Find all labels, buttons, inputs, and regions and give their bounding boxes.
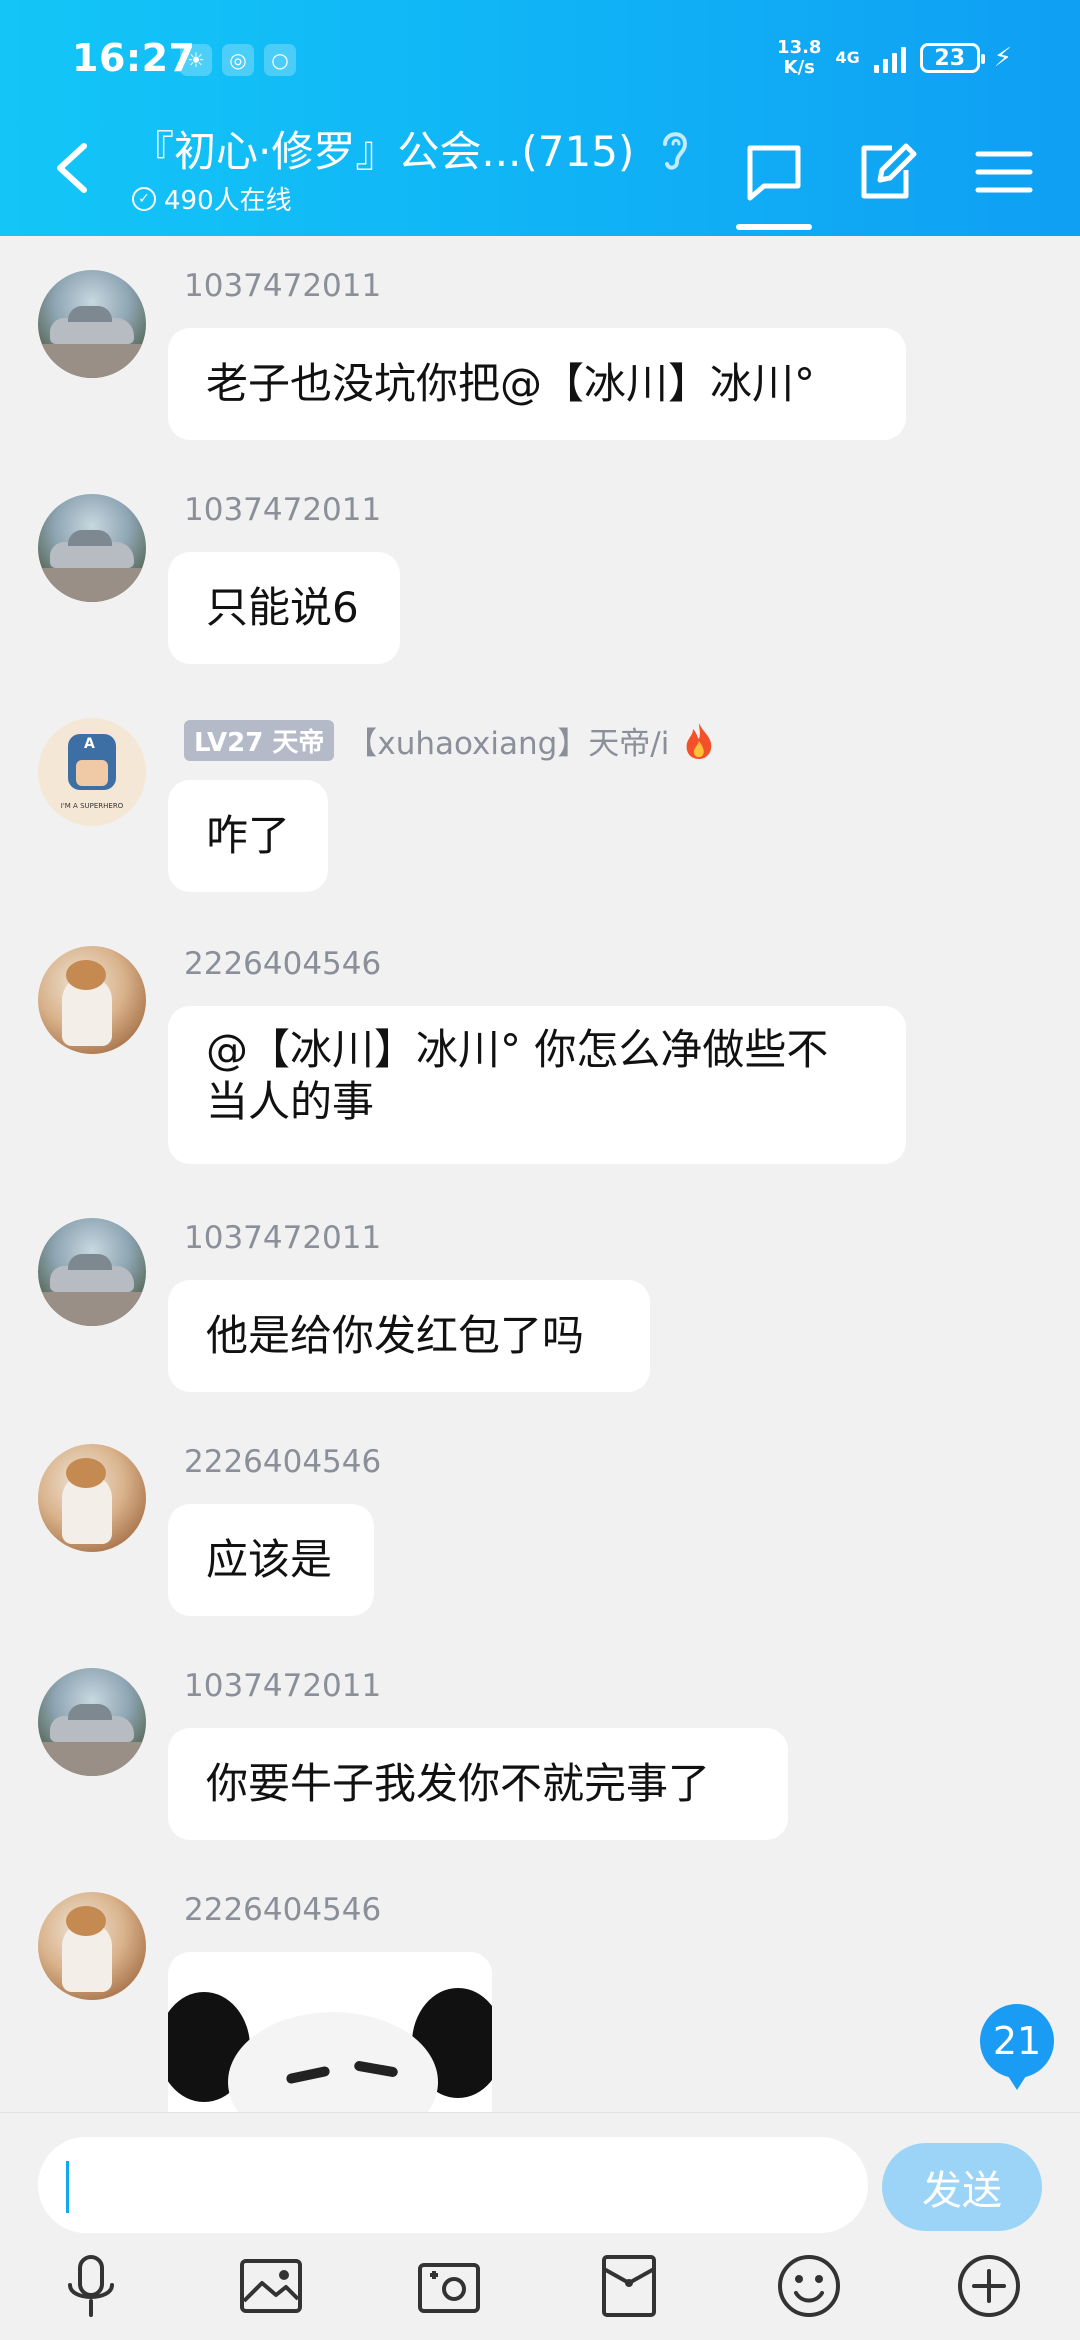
camera-icon[interactable] — [414, 2251, 484, 2321]
emoji-icon[interactable] — [774, 2251, 844, 2321]
sender-name[interactable]: 【xuhaoxiang】天帝/i — [346, 718, 669, 763]
status-time: 16:27 — [72, 36, 196, 80]
active-tab-indicator — [736, 224, 812, 230]
status-right: 13.8 K/s 4G 23 ⚡ — [777, 38, 1012, 78]
battery-level: 23 — [934, 45, 966, 71]
panda-meme-image[interactable] — [168, 1952, 492, 2112]
avatar[interactable] — [38, 1444, 146, 1552]
network-type: 4G — [835, 48, 860, 67]
chat-header: 16:27 ☀ ◎ ○ 13.8 K/s 4G 23 ⚡ 『初心·修罗』公会..… — [0, 0, 1080, 236]
message-bubble[interactable]: @【冰川】冰川° 你怎么净做些不 当人的事 — [168, 1006, 906, 1164]
send-button[interactable]: 发送 — [882, 2143, 1042, 2231]
sender-name[interactable]: 1037472011 — [184, 1220, 381, 1256]
message-text-line: @【冰川】冰川° 你怎么净做些不 — [206, 1025, 829, 1074]
avatar[interactable] — [38, 1892, 146, 2000]
battery-icon: 23 — [919, 43, 985, 73]
avatar[interactable] — [38, 1668, 146, 1776]
message-bubble[interactable]: 咋了 — [168, 780, 328, 892]
status-bar: 16:27 ☀ ◎ ○ 13.8 K/s 4G 23 ⚡ — [0, 30, 1080, 90]
online-count: 490人在线 — [164, 186, 292, 216]
charging-icon: ⚡ — [993, 43, 1012, 73]
input-bar: 发送 — [0, 2112, 1080, 2340]
net-speed-value: 13.8 — [777, 37, 822, 58]
online-status: ✓ 490人在线 — [132, 180, 292, 217]
photo-icon[interactable] — [236, 2251, 306, 2321]
plus-icon[interactable] — [954, 2251, 1024, 2321]
search-notification-icon: ○ — [264, 44, 296, 76]
red-packet-icon[interactable] — [594, 2251, 664, 2321]
chat-bubble-icon[interactable] — [742, 140, 806, 204]
sender-name[interactable]: 2226404546 — [184, 1892, 381, 1928]
fire-icon — [686, 722, 712, 759]
back-arrow-icon[interactable] — [52, 142, 92, 194]
message-bubble[interactable]: 只能说6 — [168, 552, 400, 664]
message-text-line: 当人的事 — [206, 1077, 375, 1126]
message-bubble[interactable]: 应该是 — [168, 1504, 374, 1616]
text-caret — [66, 2161, 69, 2213]
net-speed-unit: K/s — [783, 57, 815, 78]
sender-name[interactable]: 2226404546 — [184, 1444, 381, 1480]
message-input[interactable] — [38, 2137, 868, 2233]
menu-icon[interactable] — [972, 140, 1036, 204]
unread-count-badge[interactable]: 21 — [980, 2004, 1054, 2090]
edit-icon[interactable] — [854, 140, 918, 204]
signal-icon — [873, 43, 906, 73]
online-check-icon: ✓ — [132, 186, 156, 211]
sender-name[interactable]: 1037472011 — [184, 1668, 381, 1704]
notification-icons: ☀ ◎ ○ — [180, 44, 296, 76]
message-bubble[interactable]: 你要牛子我发你不就完事了 — [168, 1728, 788, 1840]
message-bubble[interactable]: 老子也没坑你把@【冰川】冰川° — [168, 328, 906, 440]
wechat-icon: ◎ — [222, 44, 254, 76]
weather-icon: ☀ — [180, 44, 212, 76]
level-badge: LV27 天帝 — [184, 720, 335, 761]
group-title[interactable]: 『初心·修罗』公会...(715) — [132, 118, 634, 179]
avatar[interactable] — [38, 946, 146, 1054]
sender-name[interactable]: 1037472011 — [184, 492, 381, 528]
net-speed: 13.8 K/s — [777, 38, 821, 78]
avatar[interactable]: A I'M A SUPERHERO — [38, 718, 146, 826]
microphone-icon[interactable] — [56, 2251, 126, 2321]
sender-name[interactable]: 2226404546 — [184, 946, 381, 982]
message-bubble[interactable]: 他是给你发红包了吗 — [168, 1280, 650, 1392]
avatar[interactable] — [38, 270, 146, 378]
avatar[interactable] — [38, 494, 146, 602]
sender-row: LV27 天帝 【xuhaoxiang】天帝/i — [184, 718, 717, 763]
ear-icon[interactable] — [655, 126, 695, 172]
avatar[interactable] — [38, 1218, 146, 1326]
sender-name[interactable]: 1037472011 — [184, 268, 381, 304]
